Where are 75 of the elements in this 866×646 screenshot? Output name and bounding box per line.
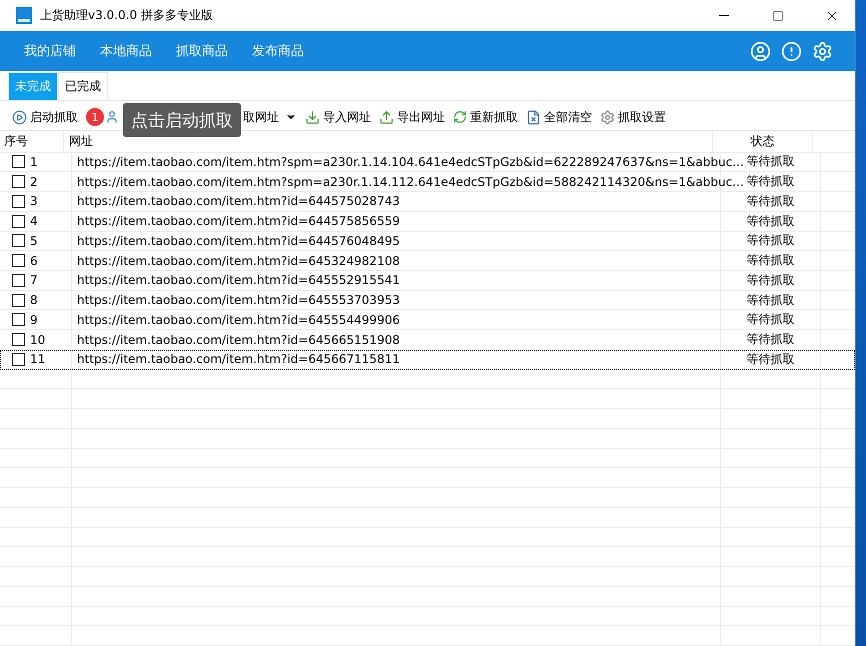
download-icon	[305, 110, 320, 124]
nav-item[interactable]: 抓取商品	[164, 42, 240, 60]
status-cell: 等待抓取	[746, 232, 794, 250]
toolbar-button[interactable]: 全部清空	[524, 108, 598, 126]
url-cell: https://item.taobao.com/item.htm?id=645552915541	[77, 273, 400, 288]
toolbar-button[interactable]: 重新抓取	[451, 108, 524, 126]
toolbar-button[interactable]: 导入网址	[303, 108, 377, 126]
url-cell: https://item.taobao.com/item.htm?id=644576048495	[77, 234, 400, 248]
status-cell: 等待抓取	[746, 350, 794, 368]
checkbox[interactable]	[12, 194, 25, 208]
url-cell: https://item.taobao.com/item.htm?id=645665151908	[77, 332, 400, 347]
url-cell: https://item.taobao.com/item.htm?id=645324982108	[77, 254, 400, 268]
row-number: 7	[30, 273, 38, 288]
url-cell: https://item.taobao.com/item.htm?id=644575028743	[77, 194, 400, 208]
checkbox[interactable]	[12, 155, 25, 168]
upload-icon	[379, 110, 394, 124]
nav-item[interactable]: 我的店铺	[12, 42, 88, 60]
checkbox[interactable]	[12, 175, 25, 188]
row-number: 8	[30, 293, 38, 308]
maximize-icon	[772, 10, 784, 22]
row-number: 1	[30, 154, 38, 169]
row-number: 2	[30, 174, 38, 189]
status-cell: 等待抓取	[746, 173, 794, 190]
checkbox[interactable]	[12, 352, 25, 366]
refresh-icon	[453, 110, 467, 124]
checkbox[interactable]	[12, 294, 25, 307]
app-icon	[16, 7, 32, 24]
checkbox[interactable]	[12, 274, 25, 287]
status-cell: 等待抓取	[746, 331, 794, 348]
toolbar-button[interactable]: 取网址	[241, 108, 285, 126]
user-icon[interactable]	[750, 40, 771, 62]
play-icon	[12, 110, 27, 124]
tooltip: 点击启动抓取	[123, 103, 241, 137]
window-title: 上货助理v3.0.0.0 拼多多专业版	[40, 7, 214, 24]
row-number: 3	[30, 194, 38, 208]
row-number: 9	[30, 312, 38, 327]
user-icon	[105, 110, 119, 124]
url-cell: https://item.taobao.com/item.htm?id=645667115811	[77, 352, 400, 366]
nav-item[interactable]: 发布商品	[240, 42, 316, 60]
row-number: 11	[30, 352, 46, 366]
checkbox[interactable]	[12, 214, 25, 228]
url-cell: https://item.taobao.com/item.htm?id=645553703953	[77, 293, 400, 308]
step-badge: 1	[86, 108, 104, 126]
checkbox[interactable]	[12, 333, 25, 346]
row-number: 4	[30, 214, 38, 228]
checkbox[interactable]	[12, 254, 25, 268]
nav-item[interactable]: 本地商品	[88, 42, 164, 60]
status-cell: 等待抓取	[746, 252, 794, 270]
column-header: 状态	[750, 132, 774, 150]
status-cell: 等待抓取	[746, 212, 794, 230]
minimize-icon	[719, 15, 729, 16]
url-cell: https://item.taobao.com/item.htm?spm=a230r.1.14.104.641e4edcSTpGzb&id=622289247637&ns=1&abbuc...	[77, 154, 744, 169]
column-header: 网址	[69, 132, 93, 150]
status-cell: 等待抓取	[746, 311, 794, 328]
toolbar-button[interactable]: 导出网址	[377, 108, 451, 126]
row-number: 6	[30, 254, 38, 268]
checkbox[interactable]	[12, 313, 25, 326]
url-cell: https://item.taobao.com/item.htm?spm=a230r.1.14.112.641e4edcSTpGzb&id=588242114320&ns=1&abbuc...	[77, 174, 744, 189]
url-cell: https://item.taobao.com/item.htm?id=645554499906	[77, 312, 400, 327]
checkbox[interactable]	[12, 234, 25, 248]
row-number: 10	[30, 332, 46, 347]
toolbar-button[interactable]: 抓取设置	[598, 108, 672, 126]
status-cell: 等待抓取	[746, 153, 794, 170]
status-cell: 等待抓取	[746, 272, 794, 289]
status-cell: 等待抓取	[746, 292, 794, 309]
alert-icon[interactable]	[781, 40, 802, 62]
settings-icon[interactable]	[812, 40, 833, 62]
status-cell: 等待抓取	[746, 192, 794, 210]
url-cell: https://item.taobao.com/item.htm?id=644575856559	[77, 214, 400, 228]
tab[interactable]: 已完成	[58, 72, 108, 100]
clear-list-icon	[526, 110, 541, 124]
toolbar-button[interactable]: 启动抓取	[10, 108, 84, 126]
row-number: 5	[30, 234, 38, 248]
settings-icon	[600, 110, 615, 124]
column-header: 序号	[4, 132, 28, 150]
